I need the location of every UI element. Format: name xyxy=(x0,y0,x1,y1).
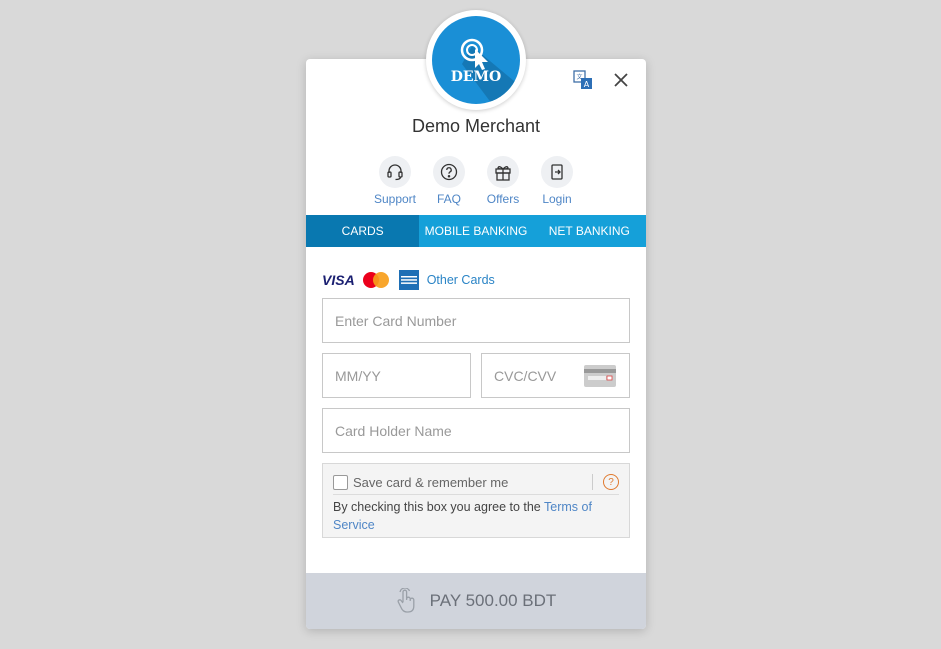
card-number-field xyxy=(322,298,630,343)
offers-link[interactable]: Offers xyxy=(480,156,526,206)
headset-icon xyxy=(379,156,411,188)
offers-label: Offers xyxy=(486,192,520,206)
save-card-box: Save card & remember me ? By checking th… xyxy=(322,463,630,538)
login-label: Login xyxy=(542,192,572,206)
language-icon[interactable]: A 文 xyxy=(572,69,594,91)
expiry-field xyxy=(322,353,471,398)
merchant-name: Demo Merchant xyxy=(411,116,541,136)
card-holder-field xyxy=(322,408,630,453)
merchant-logo: DEMO xyxy=(426,10,526,110)
divider xyxy=(592,474,593,490)
login-icon xyxy=(541,156,573,188)
faq-link[interactable]: FAQ xyxy=(426,156,472,206)
visa-logo: VISA xyxy=(322,272,355,288)
card-brands: VISA Other Cards xyxy=(322,270,495,290)
save-card-label: Save card & remember me xyxy=(353,474,509,490)
mastercard-icon xyxy=(362,271,391,289)
tab-cards[interactable]: CARDS xyxy=(306,215,420,247)
other-cards-link[interactable]: Other Cards xyxy=(427,273,495,287)
payment-card: A 文 Demo Merchant Support FAQ Offers Log… xyxy=(306,59,646,629)
save-card-row: Save card & remember me ? xyxy=(333,470,619,495)
save-card-checkbox[interactable] xyxy=(333,474,348,490)
expiry-input[interactable] xyxy=(323,354,470,397)
pay-label: PAY 500.00 BDT xyxy=(429,591,557,610)
card-holder-input[interactable] xyxy=(323,409,629,452)
terms-text: By checking this box you agree to the Te… xyxy=(333,498,609,534)
cursor-click-icon xyxy=(460,38,520,104)
tab-mobile-banking[interactable]: MOBILE BANKING xyxy=(419,215,532,247)
card-number-input[interactable] xyxy=(323,299,629,342)
svg-text:A: A xyxy=(584,80,590,89)
login-link[interactable]: Login xyxy=(534,156,580,206)
top-actions: A 文 xyxy=(572,69,632,91)
gift-icon xyxy=(487,156,519,188)
question-icon xyxy=(433,156,465,188)
tab-net-banking[interactable]: NET BANKING xyxy=(533,215,646,247)
card-back-icon xyxy=(584,365,616,387)
quick-links: Support FAQ Offers Login xyxy=(306,156,646,206)
cvc-field xyxy=(481,353,630,398)
help-icon[interactable]: ? xyxy=(603,474,619,490)
faq-label: FAQ xyxy=(436,192,461,206)
support-label: Support xyxy=(373,192,417,206)
support-link[interactable]: Support xyxy=(372,156,418,206)
svg-text:文: 文 xyxy=(576,73,582,81)
logo-text: DEMO xyxy=(450,69,502,85)
pay-button[interactable]: PAY 500.00 BDT xyxy=(306,573,646,629)
close-icon[interactable] xyxy=(610,69,632,91)
amex-icon xyxy=(398,270,419,290)
payment-tabs: CARDS MOBILE BANKING NET BANKING xyxy=(306,215,646,247)
terms-prefix: By checking this box you agree to the xyxy=(333,500,545,514)
tap-hand-icon xyxy=(397,588,415,613)
